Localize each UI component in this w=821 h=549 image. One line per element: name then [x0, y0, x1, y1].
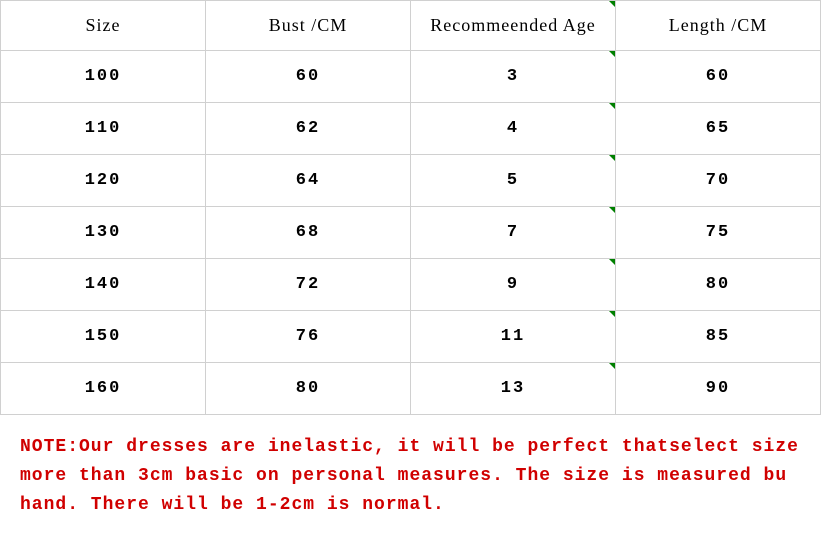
header-length: Length /CM: [616, 1, 821, 51]
cell-length: 80: [616, 259, 821, 311]
cell-bust: 72: [206, 259, 411, 311]
cell-age: 4: [411, 103, 616, 155]
cell-age: 5: [411, 155, 616, 207]
cell-age: 3: [411, 51, 616, 103]
cell-length: 65: [616, 103, 821, 155]
size-chart-container: Size Bust /CM Recommeended Age Length /C…: [0, 0, 821, 529]
size-table: Size Bust /CM Recommeended Age Length /C…: [0, 0, 821, 415]
cell-length: 60: [616, 51, 821, 103]
cell-size: 160: [1, 363, 206, 415]
header-bust: Bust /CM: [206, 1, 411, 51]
cell-size: 130: [1, 207, 206, 259]
table-row: 100 60 3 60: [1, 51, 821, 103]
table-row: 110 62 4 65: [1, 103, 821, 155]
cell-age: 7: [411, 207, 616, 259]
table-row: 140 72 9 80: [1, 259, 821, 311]
cell-bust: 60: [206, 51, 411, 103]
table-row: 160 80 13 90: [1, 363, 821, 415]
table-row: 130 68 7 75: [1, 207, 821, 259]
header-age: Recommeended Age: [411, 1, 616, 51]
cell-length: 90: [616, 363, 821, 415]
cell-bust: 80: [206, 363, 411, 415]
cell-age: 11: [411, 311, 616, 363]
cell-size: 120: [1, 155, 206, 207]
cell-length: 85: [616, 311, 821, 363]
cell-age: 13: [411, 363, 616, 415]
table-row: 150 76 11 85: [1, 311, 821, 363]
header-row: Size Bust /CM Recommeended Age Length /C…: [1, 1, 821, 51]
cell-size: 110: [1, 103, 206, 155]
header-size: Size: [1, 1, 206, 51]
cell-size: 100: [1, 51, 206, 103]
cell-bust: 68: [206, 207, 411, 259]
table-row: 120 64 5 70: [1, 155, 821, 207]
cell-bust: 62: [206, 103, 411, 155]
cell-age: 9: [411, 259, 616, 311]
cell-bust: 64: [206, 155, 411, 207]
cell-bust: 76: [206, 311, 411, 363]
cell-length: 75: [616, 207, 821, 259]
cell-size: 150: [1, 311, 206, 363]
cell-length: 70: [616, 155, 821, 207]
cell-size: 140: [1, 259, 206, 311]
